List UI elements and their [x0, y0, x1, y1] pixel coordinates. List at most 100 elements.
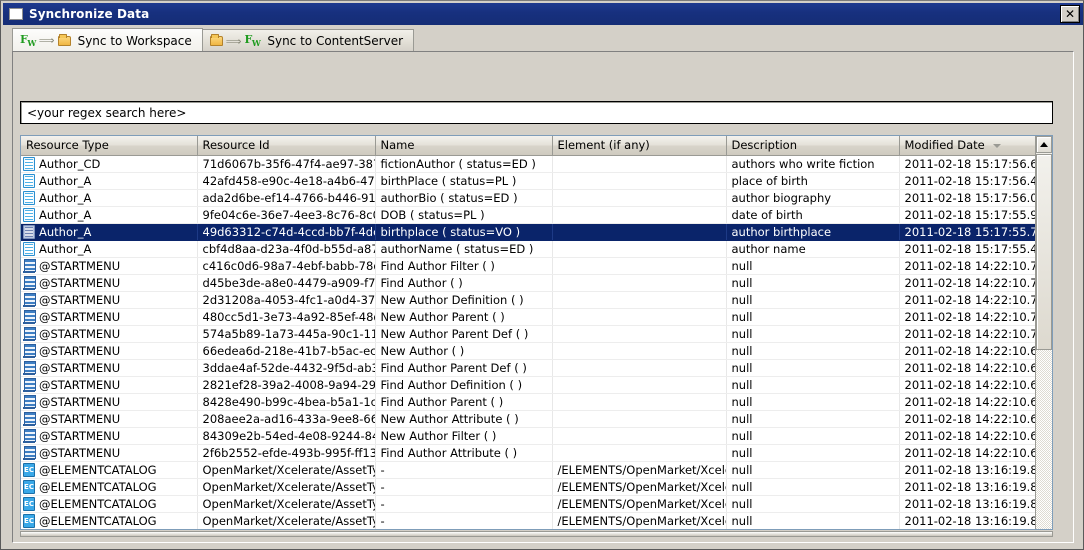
table-row[interactable]: @ELEMENTCATALOG OpenMarket/Xcelerate/Asse…: [21, 461, 1036, 479]
table-row[interactable]: @ELEMENTCATALOG OpenMarket/Xcelerate/Asse…: [21, 478, 1036, 496]
cell-description: author name: [726, 240, 900, 258]
resource-type-label: @STARTMENU: [39, 309, 121, 324]
cell-name: birthplace ( status=VO ): [375, 223, 553, 241]
table-row[interactable]: @STARTMENU 66edea6d-218e-41b7-b5ac-ec3...…: [21, 342, 1036, 360]
table-row[interactable]: @STARTMENU c416c0d6-98a7-4ebf-babb-78d...…: [21, 257, 1036, 275]
cell-description: null: [726, 495, 900, 513]
cell-description: null: [726, 325, 900, 343]
resource-type-cell-content: @STARTMENU: [23, 360, 196, 376]
cell-name: -: [375, 495, 553, 513]
cell-element: [552, 444, 727, 462]
cell-description: date of birth: [726, 206, 900, 224]
document-icon: [23, 173, 35, 188]
cell-element: [552, 410, 727, 428]
table-row[interactable]: @STARTMENU 2821ef28-39a2-4008-9a94-296...…: [21, 376, 1036, 394]
table-row[interactable]: Author_A ada2d6be-ef14-4766-b446-911... au…: [21, 189, 1036, 207]
cell-name: New Author Parent ( ): [375, 308, 553, 326]
cell-element: [552, 393, 727, 411]
close-button[interactable]: ✕: [1060, 5, 1080, 23]
resource-type-label: Author_A: [39, 190, 92, 205]
table-row[interactable]: @ELEMENTCATALOG OpenMarket/Xcelerate/Asse…: [21, 512, 1036, 529]
table-row[interactable]: @STARTMENU 208aee2a-ad16-433a-9ee8-66... N…: [21, 410, 1036, 428]
cell-id: 3ddae4af-52de-4432-9f5d-ab3...: [197, 359, 376, 377]
cell-element: /ELEMENTS/OpenMarket/Xceler...: [552, 512, 727, 529]
document-icon: [23, 241, 35, 256]
cell-resource-type: @STARTMENU: [21, 274, 198, 292]
resource-type-label: @ELEMENTCATALOG: [39, 496, 157, 511]
column-header-label: Resource Id: [202, 138, 270, 153]
document-icon: [23, 190, 35, 205]
cell-name: -: [375, 512, 553, 529]
vertical-scrollbar[interactable]: [1035, 136, 1052, 529]
resource-type-cell-content: @STARTMENU: [23, 377, 196, 393]
cell-description: null: [726, 444, 900, 462]
cell-element: [552, 257, 727, 275]
table-row[interactable]: Author_A 49d63312-c74d-4ccd-bb7f-4dc... bi…: [21, 223, 1036, 241]
resource-type-cell-content: @ELEMENTCATALOG: [23, 513, 196, 529]
column-header-element[interactable]: Element (if any): [552, 136, 727, 156]
table-row[interactable]: Author_CD 71d6067b-35f6-47f4-ae97-387... f…: [21, 155, 1036, 173]
table-row[interactable]: Author_A 42afd458-e90c-4e18-a4b6-47d... bi…: [21, 172, 1036, 190]
resource-type-label: @STARTMENU: [39, 275, 121, 290]
startmenu-icon: [23, 377, 36, 392]
startmenu-icon: [23, 360, 36, 375]
cell-element: [552, 291, 727, 309]
fw-icon: FW: [20, 32, 36, 49]
cell-modified: 2011-02-18 15:17:55.765: [899, 223, 1036, 241]
cell-description: null: [726, 512, 900, 529]
window-client-area: FW ⟹ Sync to Workspace ⟹ FW Sync to Cont…: [3, 27, 1083, 547]
table-row[interactable]: @STARTMENU 3ddae4af-52de-4432-9f5d-ab3...…: [21, 359, 1036, 377]
table-row[interactable]: Author_A 9fe04c6e-36e7-4ee3-8c76-8c0... DO…: [21, 206, 1036, 224]
folder-icon: [209, 34, 223, 46]
resource-type-label: Author_CD: [39, 156, 101, 171]
column-header-id[interactable]: Resource Id: [197, 136, 376, 156]
cell-resource-type: @STARTMENU: [21, 410, 198, 428]
column-header-type[interactable]: Resource Type: [21, 136, 198, 156]
table-row[interactable]: @STARTMENU d45be3de-a8e0-4479-a909-f79...…: [21, 274, 1036, 292]
table-row[interactable]: Author_A cbf4d8aa-d23a-4f0d-b55d-a87... au…: [21, 240, 1036, 258]
resource-type-label: Author_A: [39, 173, 92, 188]
cell-resource-type: @ELEMENTCATALOG: [21, 495, 198, 513]
cell-name: New Author Definition ( ): [375, 291, 553, 309]
search-input[interactable]: [27, 102, 1052, 123]
table-row[interactable]: @STARTMENU 84309e2b-54ed-4e08-9244-84... N…: [21, 427, 1036, 445]
cell-description: null: [726, 427, 900, 445]
cell-name: New Author ( ): [375, 342, 553, 360]
scrollbar-thumb[interactable]: [1036, 154, 1052, 350]
column-header-modified[interactable]: Modified Date: [899, 136, 1036, 156]
cell-resource-type: @STARTMENU: [21, 257, 198, 275]
cell-id: d45be3de-a8e0-4479-a909-f79...: [197, 274, 376, 292]
tab-label: Sync to Workspace: [77, 33, 192, 48]
table-row[interactable]: @STARTMENU 2f6b2552-efde-493b-995f-ff13..…: [21, 444, 1036, 462]
resource-type-cell-content: Author_A: [23, 241, 196, 257]
cell-modified: 2011-02-18 13:16:19.843: [899, 495, 1036, 513]
cell-name: New Author Attribute ( ): [375, 410, 553, 428]
document-icon: [23, 156, 35, 171]
startmenu-icon: [23, 394, 36, 409]
elementcatalog-icon: [23, 462, 35, 477]
table-row[interactable]: @STARTMENU 8428e490-b99c-4bea-b5a1-1c1...…: [21, 393, 1036, 411]
cell-resource-type: Author_A: [21, 240, 198, 258]
cell-description: author birthplace: [726, 223, 900, 241]
window-titlebar[interactable]: Synchronize Data ✕: [3, 3, 1083, 25]
table-row[interactable]: @STARTMENU 480cc5d1-3e73-4a92-85ef-48d...…: [21, 308, 1036, 326]
cell-element: [552, 155, 727, 173]
cell-modified: 2011-02-18 15:17:56.421: [899, 172, 1036, 190]
cell-element: /ELEMENTS/OpenMarket/Xceler...: [552, 478, 727, 496]
cell-element: [552, 325, 727, 343]
table-row[interactable]: @STARTMENU 2d31208a-4053-4fc1-a0d4-378...…: [21, 291, 1036, 309]
tab-sync-to-workspace[interactable]: FW ⟹ Sync to Workspace: [12, 28, 203, 52]
scroll-up-button[interactable]: [1036, 136, 1052, 153]
regex-search-box[interactable]: [20, 101, 1053, 124]
resource-type-cell-content: @STARTMENU: [23, 445, 196, 461]
table-row[interactable]: @ELEMENTCATALOG OpenMarket/Xcelerate/Asse…: [21, 495, 1036, 513]
cell-name: authorName ( status=ED ): [375, 240, 553, 258]
scrollbar-track[interactable]: [1036, 154, 1052, 529]
tab-sync-to-contentserver[interactable]: ⟹ FW Sync to ContentServer: [201, 29, 415, 52]
column-header-description[interactable]: Description: [726, 136, 900, 156]
cell-id: 49d63312-c74d-4ccd-bb7f-4dc...: [197, 223, 376, 241]
tab-strip: FW ⟹ Sync to Workspace ⟹ FW Sync to Cont…: [12, 28, 1074, 52]
horizontal-scrollbar[interactable]: [20, 531, 1053, 537]
table-row[interactable]: @STARTMENU 574a5b89-1a73-445a-90c1-11f...…: [21, 325, 1036, 343]
column-header-name[interactable]: Name: [375, 136, 553, 156]
